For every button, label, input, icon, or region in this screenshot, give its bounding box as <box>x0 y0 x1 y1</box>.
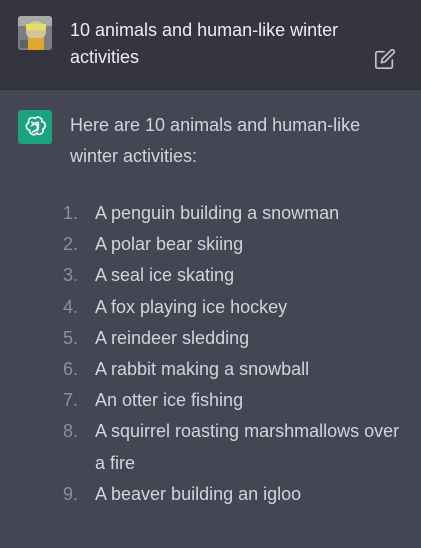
list-item: 9. A beaver building an igloo <box>0 479 421 510</box>
list-item: 2. A polar bear skiing <box>0 229 421 260</box>
list-item-number: 4. <box>62 296 78 317</box>
user-message-row: 10 animals and human-like winter activit… <box>0 0 421 90</box>
list-item-number: 9. <box>62 483 78 504</box>
list-item-number: 6. <box>62 359 78 380</box>
list-item-text: A seal ice skating <box>95 265 235 286</box>
list-item-text: An otter ice fishing <box>95 390 244 411</box>
openai-logo-icon <box>18 110 52 144</box>
list-item-text: A squirrel roasting marshmallows over a … <box>95 421 400 473</box>
user-avatar-image <box>18 16 52 50</box>
list-item-text: A penguin building a snowman <box>95 203 340 223</box>
list-item: 8. A squirrel roasting marshmallows over … <box>0 416 421 478</box>
list-item-number: 1. <box>62 203 78 223</box>
list-item-text: A rabbit making a snowball <box>95 359 310 380</box>
openai-logo-glyph <box>25 116 46 136</box>
activity-list: 1. A penguin building a snowman 2. A polar… <box>0 198 421 510</box>
list-item-text: A fox playing ice hockey <box>95 296 288 317</box>
assistant-intro-text: Here are 10 animals and human-like winte… <box>70 115 361 166</box>
list-item-text: A reindeer sledding <box>95 327 250 348</box>
list-item-text: A beaver building an igloo <box>95 483 302 504</box>
list-item: 3. A seal ice skating <box>0 260 421 291</box>
list-item: 5. A reindeer sledding <box>0 323 421 354</box>
assistant-message-row: Here are 10 animals and human-like winte… <box>0 90 421 548</box>
list-item-number: 2. <box>62 234 78 255</box>
list-item-number: 8. <box>62 421 78 442</box>
list-item: 6. A rabbit making a snowball <box>0 354 421 385</box>
list-item-number: 7. <box>62 390 78 411</box>
list-item-number: 5. <box>62 327 78 348</box>
list-item: 1. A penguin building a snowman <box>0 198 421 229</box>
user-avatar <box>18 16 52 50</box>
edit-icon <box>375 48 396 69</box>
user-message-text: 10 animals and human-like winter activit… <box>70 20 339 67</box>
list-item: 7. An otter ice fishing <box>0 385 421 416</box>
list-item: 4. A fox playing ice hockey <box>0 292 421 323</box>
list-item-number: 3. <box>62 265 78 286</box>
edit-message-button[interactable] <box>374 48 396 70</box>
list-item-text: A polar bear skiing <box>95 234 244 255</box>
